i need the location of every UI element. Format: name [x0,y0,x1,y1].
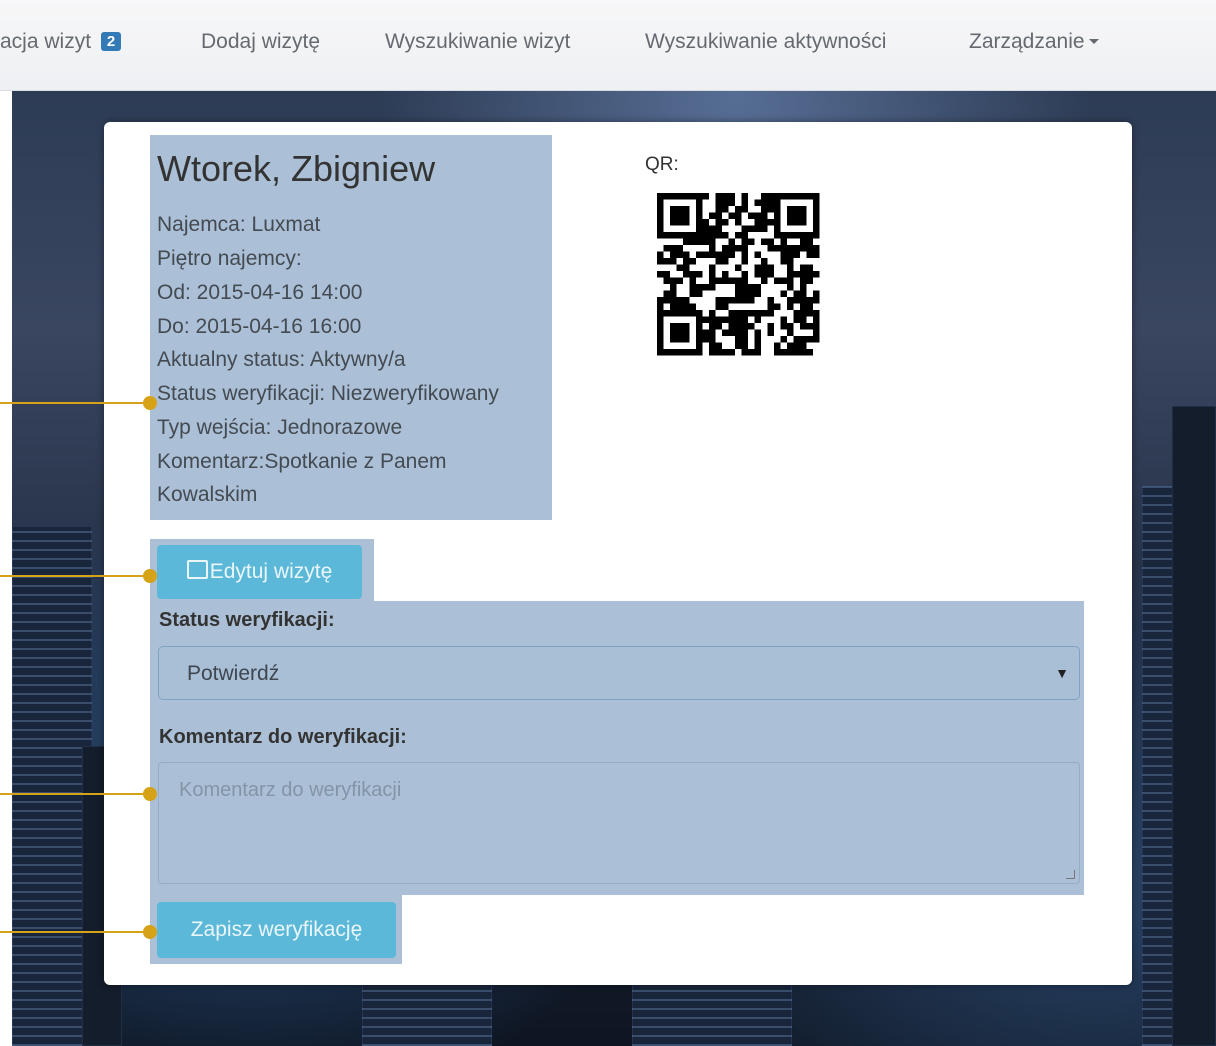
nav-visits-queue-label: acja wizyt [0,30,92,53]
verification-comment-textarea[interactable]: Komentarz do weryfikacji [158,762,1080,884]
chevron-down-icon [1088,39,1099,44]
edit-visit-label: Edytuj wizytę [209,560,333,583]
top-navbar: acja wizyt 2 Dodaj wizytę Wyszukiwanie w… [0,0,1216,91]
callout-dot [143,569,157,583]
nav-add-visit-label: Dodaj wizytę [201,30,321,53]
nav-search-visits-label: Wyszukiwanie wizyt [385,30,571,53]
callout-line [0,575,150,577]
verification-comment-label: Komentarz do weryfikacji: [159,726,407,748]
callout-line [0,402,150,404]
comment-line-continued: Kowalskim [157,483,258,506]
verification-status-label: Status weryfikacji: [159,609,335,631]
dropdown-arrow-icon: ▼ [1055,665,1069,681]
verification-status-line: Status weryfikacji: Niezweryfikowany [157,382,499,405]
verification-status-value: Potwierdź [187,662,280,685]
verification-comment-placeholder: Komentarz do weryfikacji [179,779,402,801]
callout-dot [143,787,157,801]
callout-dot [143,925,157,939]
tenant-floor-line: Piętro najemcy: [157,247,302,270]
edit-icon [186,560,208,579]
qr-label: QR: [645,154,679,175]
visitor-name: Wtorek, Zbigniew [157,148,436,189]
nav-management-dropdown[interactable]: Zarządzanie [969,30,1099,54]
visit-from-line: Od: 2015-04-16 14:00 [157,281,363,304]
save-verification-button[interactable]: Zapisz weryfikację [157,902,396,958]
background-building [1172,406,1216,1046]
callout-dot [143,396,157,410]
background-building [632,976,792,1046]
nav-search-activity[interactable]: Wyszukiwanie aktywności [645,30,886,54]
resize-handle-icon[interactable] [1066,870,1075,879]
callout-line [0,793,150,795]
nav-visits-queue[interactable]: acja wizyt 2 [0,30,122,54]
tenant-line: Najemca: Luxmat [157,213,321,236]
page-edge [0,0,12,1046]
background-building [12,526,92,1046]
visits-count-badge: 2 [100,32,122,51]
verification-status-select[interactable]: Potwierdź ▼ [158,646,1080,700]
nav-management-label: Zarządzanie [969,30,1085,53]
entry-type-line: Typ wejścia: Jednorazowe [157,416,403,439]
edit-visit-button[interactable]: Edytuj wizytę [157,545,362,599]
current-status-line: Aktualny status: Aktywny/a [157,348,406,371]
nav-add-visit[interactable]: Dodaj wizytę [201,30,320,54]
callout-line [0,931,150,933]
visit-to-line: Do: 2015-04-16 16:00 [157,315,362,338]
qr-code-icon [657,193,820,356]
nav-search-activity-label: Wyszukiwanie aktywności [645,30,887,53]
comment-line: Komentarz:Spotkanie z Panem [157,450,447,473]
save-verification-label: Zapisz weryfikację [190,918,363,941]
nav-search-visits[interactable]: Wyszukiwanie wizyt [385,30,570,54]
qr-code [645,183,833,369]
